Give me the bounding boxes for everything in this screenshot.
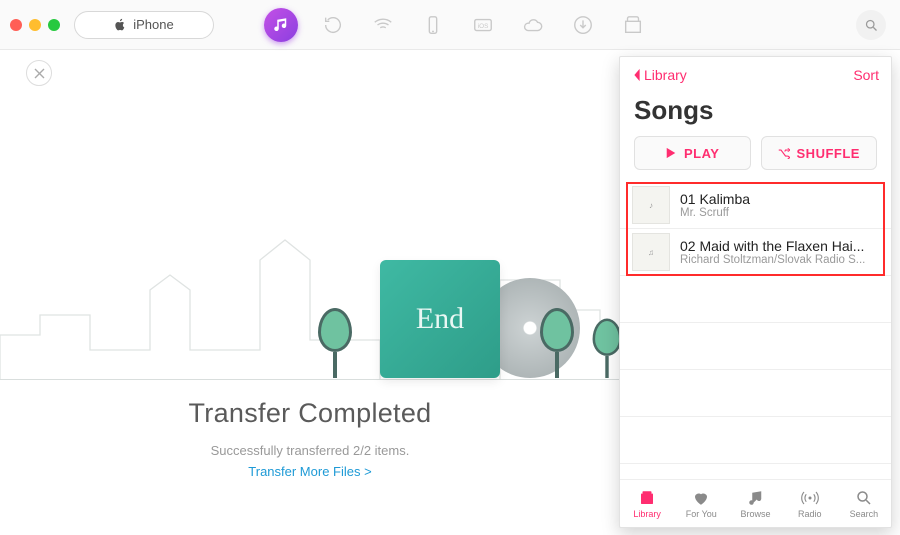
- song-row-empty: [620, 323, 891, 370]
- device-label: iPhone: [133, 17, 173, 32]
- chevron-left-icon: [632, 68, 642, 82]
- song-row-empty: [620, 370, 891, 417]
- apple-icon: [114, 18, 127, 31]
- phone-tab-label: For You: [686, 509, 717, 519]
- tree-graphic: [593, 319, 622, 379]
- search-icon: [864, 18, 879, 33]
- backup-category-icon[interactable]: [318, 10, 348, 40]
- status-title: Transfer Completed: [0, 398, 620, 429]
- song-row[interactable]: ♫ 02 Maid with the Flaxen Hai... Richard…: [620, 229, 891, 276]
- heart-icon: [691, 489, 711, 507]
- toolbox-category-icon[interactable]: [618, 10, 648, 40]
- svg-text:iOS: iOS: [478, 22, 489, 29]
- browse-icon: [746, 489, 766, 507]
- song-row-empty: [620, 276, 891, 323]
- phone-tab-radio[interactable]: Radio: [783, 480, 837, 527]
- album-art: ♪: [632, 186, 670, 224]
- phone-play-label: PLAY: [684, 146, 719, 161]
- cloud-category-icon[interactable]: [518, 10, 548, 40]
- ios-category-icon[interactable]: iOS: [468, 10, 498, 40]
- phone-tabbar: Library For You Browse Radio Search: [620, 479, 891, 527]
- library-icon: [637, 489, 657, 507]
- phone-song-list: ♪ 01 Kalimba Mr. Scruff ♫ 02 Maid with t…: [620, 182, 891, 479]
- phone-play-button[interactable]: PLAY: [634, 136, 751, 170]
- zoom-window-button[interactable]: [48, 19, 60, 31]
- song-title: 02 Maid with the Flaxen Hai...: [680, 238, 879, 254]
- song-artist: Richard Stoltzman/Slovak Radio S...: [680, 254, 879, 266]
- phone-tab-library[interactable]: Library: [620, 480, 674, 527]
- main-body: End Transfer Completed Successfully tran…: [0, 50, 900, 535]
- device-category-icon[interactable]: [418, 10, 448, 40]
- song-row-empty: [620, 464, 891, 479]
- song-row[interactable]: ♪ 01 Kalimba Mr. Scruff: [620, 182, 891, 229]
- song-title: 01 Kalimba: [680, 191, 879, 207]
- completion-illustration: End: [0, 170, 620, 400]
- close-panel-button[interactable]: [26, 60, 52, 86]
- play-icon: [665, 147, 677, 159]
- phone-sort-button[interactable]: Sort: [853, 67, 879, 83]
- phone-shuffle-label: SHUFFLE: [797, 146, 860, 161]
- album-art: ♫: [632, 233, 670, 271]
- search-button[interactable]: [856, 10, 886, 40]
- phone-tab-label: Library: [633, 509, 661, 519]
- phone-tab-label: Search: [850, 509, 879, 519]
- close-icon: [34, 68, 45, 79]
- device-selector[interactable]: iPhone: [74, 11, 214, 39]
- transfer-more-link[interactable]: Transfer More Files >: [248, 464, 371, 479]
- app-toolbar: iPhone iOS: [0, 0, 900, 50]
- phone-back-label: Library: [644, 67, 687, 83]
- phone-heading: Songs: [620, 93, 891, 136]
- tree-graphic: [540, 308, 574, 378]
- phone-tab-search[interactable]: Search: [837, 480, 891, 527]
- download-category-icon[interactable]: [568, 10, 598, 40]
- status-subtitle: Successfully transferred 2/2 items.: [0, 443, 620, 458]
- phone-back-button[interactable]: Library: [632, 67, 687, 83]
- close-window-button[interactable]: [10, 19, 22, 31]
- phone-tab-label: Browse: [741, 509, 771, 519]
- song-artist: Mr. Scruff: [680, 207, 879, 219]
- radio-icon: [800, 489, 820, 507]
- end-card: End: [380, 260, 500, 378]
- music-category-icon[interactable]: [264, 8, 298, 42]
- status-block: Transfer Completed Successfully transfer…: [0, 398, 620, 481]
- phone-tab-foryou[interactable]: For You: [674, 480, 728, 527]
- phone-header: Library Sort: [620, 57, 891, 93]
- phone-tab-browse[interactable]: Browse: [728, 480, 782, 527]
- toolbar-category-icons: iOS: [264, 8, 648, 42]
- minimize-window-button[interactable]: [29, 19, 41, 31]
- wifi-category-icon[interactable]: [368, 10, 398, 40]
- window-controls: [10, 19, 60, 31]
- phone-shuffle-button[interactable]: SHUFFLE: [761, 136, 878, 170]
- phone-preview-panel: Library Sort Songs PLAY SHUFFLE ♪ 01 Kal…: [619, 56, 892, 528]
- tree-graphic: [318, 308, 352, 378]
- phone-tab-label: Radio: [798, 509, 822, 519]
- phone-action-row: PLAY SHUFFLE: [620, 136, 891, 182]
- song-row-empty: [620, 417, 891, 464]
- search-icon: [854, 489, 874, 507]
- shuffle-icon: [778, 147, 790, 159]
